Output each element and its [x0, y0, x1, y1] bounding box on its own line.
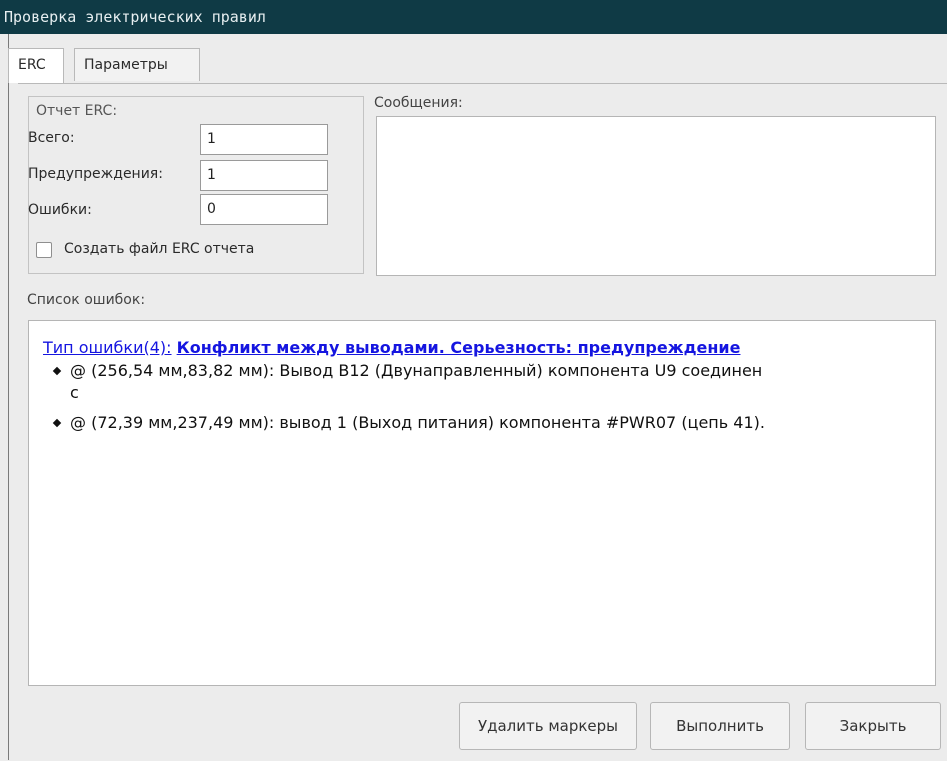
close-button[interactable]: Закрыть [805, 702, 941, 750]
total-label: Всего: [28, 130, 75, 146]
create-report-checkbox[interactable] [36, 242, 52, 258]
delete-markers-button[interactable]: Удалить маркеры [459, 702, 637, 750]
error-type-link[interactable]: Тип ошибки(4): [43, 338, 172, 357]
messages-box[interactable] [376, 116, 936, 276]
warnings-label: Предупреждения: [28, 166, 163, 182]
erc-report-legend: Отчет ERC: [34, 103, 120, 119]
tab-parameters[interactable]: Параметры [74, 48, 200, 81]
error-line-continuation: с [70, 383, 79, 402]
messages-label: Сообщения: [374, 95, 463, 111]
create-report-label[interactable]: Создать файл ERC отчета [64, 241, 254, 257]
total-field[interactable]: 1 [200, 124, 328, 155]
warnings-field[interactable]: 1 [200, 160, 328, 191]
error-line-2[interactable]: @ (72,39 мм,237,49 мм): вывод 1 (Выход п… [70, 413, 765, 433]
error-title-link[interactable]: Конфликт между выводами. Серьезность: пр… [177, 338, 741, 357]
errors-label: Ошибки: [28, 202, 92, 218]
errors-field[interactable]: 0 [200, 194, 328, 225]
tab-erc[interactable]: ERC [8, 48, 64, 83]
error-list-label: Список ошибок: [27, 292, 146, 308]
error-line-1[interactable]: @ (256,54 мм,83,82 мм): Вывод B12 (Двуна… [70, 361, 762, 381]
run-button[interactable]: Выполнить [650, 702, 790, 750]
error-type-header[interactable]: Тип ошибки(4): Конфликт между выводами. … [43, 338, 740, 357]
window-title: Проверка электрических правил [0, 0, 947, 34]
